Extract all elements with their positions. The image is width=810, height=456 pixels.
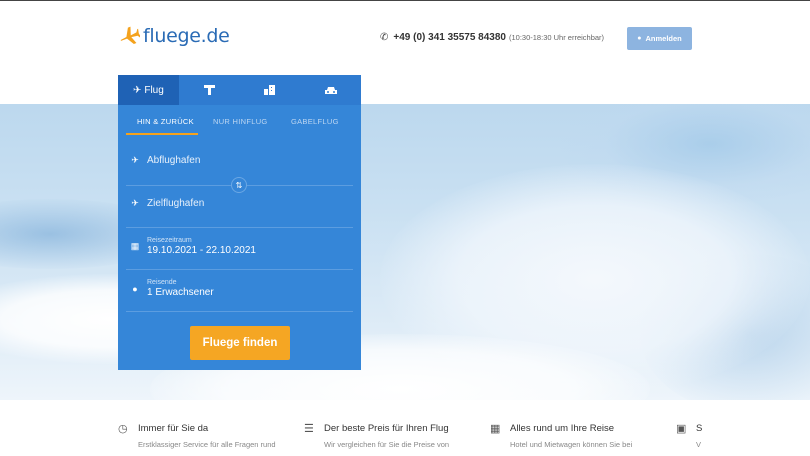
hotel-icon bbox=[203, 85, 215, 95]
city-icon: ▦ bbox=[490, 423, 501, 435]
plane-icon: ✈ bbox=[132, 84, 142, 96]
clock-icon: ◷ bbox=[118, 423, 128, 435]
destination-airport-placeholder: Zielflughafen bbox=[147, 198, 205, 209]
phone-contact: ✆ +49 (0) 341 35575 84380 (10:30-18:30 U… bbox=[380, 32, 604, 43]
trip-type-openjaw[interactable]: GABELFLUG bbox=[291, 117, 339, 126]
tab-flight-label: Flug bbox=[144, 84, 164, 96]
car-icon bbox=[324, 86, 337, 94]
calendar-icon: ▦ bbox=[130, 241, 140, 251]
phone-hours: (10:30-18:30 Uhr erreichbar) bbox=[509, 33, 605, 42]
destination-airport-field[interactable]: ✈ Zielflughafen bbox=[128, 198, 351, 209]
trip-type-oneway[interactable]: NUR HINFLUG bbox=[213, 117, 268, 126]
logo-text: fluege.de bbox=[143, 25, 230, 47]
product-tabs: ✈ Flug bbox=[118, 75, 361, 105]
sliders-icon: ☰ bbox=[304, 423, 314, 435]
travel-date-label: Reisezeitraum bbox=[147, 237, 192, 244]
feature-title: Alles rund um Ihre Reise bbox=[510, 423, 615, 434]
feature-title: S bbox=[696, 423, 703, 434]
tab-hotel[interactable] bbox=[179, 75, 240, 105]
login-button[interactable]: ● Anmelden bbox=[627, 27, 692, 50]
features-bar: ◷ Immer für Sie da Erstklassiger Service… bbox=[0, 400, 810, 456]
tab-car[interactable] bbox=[300, 75, 361, 105]
travellers-value: 1 Erwachsener bbox=[147, 287, 214, 298]
takeoff-icon: ✈ bbox=[131, 155, 139, 165]
card-icon: ▣ bbox=[676, 423, 687, 435]
travel-date-value: 19.10.2021 - 22.10.2021 bbox=[147, 245, 256, 256]
divider bbox=[126, 269, 353, 270]
phone-icon: ✆ bbox=[380, 32, 389, 43]
tab-flight[interactable]: ✈ Flug bbox=[118, 75, 179, 105]
active-trip-type-indicator bbox=[126, 133, 198, 135]
departure-airport-placeholder: Abflughafen bbox=[147, 155, 201, 166]
divider bbox=[126, 311, 353, 312]
travellers-label: Reisende bbox=[147, 279, 177, 286]
divider bbox=[126, 227, 353, 228]
feature-description: Erstklassiger Service für alle Fragen ru… bbox=[138, 440, 276, 449]
login-button-label: Anmelden bbox=[645, 34, 682, 43]
phone-number[interactable]: +49 (0) 341 35575 84380 bbox=[393, 32, 506, 43]
trip-type-tabs: HIN & ZURÜCK NUR HINFLUG GABELFLUG bbox=[118, 105, 361, 137]
landing-icon: ✈ bbox=[131, 198, 139, 208]
trip-type-roundtrip[interactable]: HIN & ZURÜCK bbox=[137, 117, 194, 126]
travellers-icon: ● bbox=[132, 283, 138, 294]
feature-description: Wir vergleichen für Sie die Preise von bbox=[324, 440, 450, 449]
swap-arrows-icon: ⇅ bbox=[235, 180, 243, 190]
travel-date-field[interactable]: ▦ Reisezeitraum 19.10.2021 - 22.10.2021 bbox=[128, 236, 351, 257]
logo-plane-icon bbox=[120, 26, 140, 44]
feature-description: Hotel und Mietwagen können Sie bei bbox=[510, 440, 633, 449]
feature-title: Der beste Preis für Ihren Flug bbox=[324, 423, 449, 434]
tab-apartment[interactable] bbox=[240, 75, 301, 105]
user-icon: ● bbox=[637, 35, 642, 42]
feature-title: Immer für Sie da bbox=[138, 423, 209, 434]
flight-search-panel: ✈ Flug HIN & ZURÜCK NUR HINFLUG GABELFLU… bbox=[118, 75, 361, 370]
feature-description: V bbox=[696, 440, 702, 449]
find-flights-button[interactable]: Fluege finden bbox=[190, 326, 290, 360]
swap-airports-button[interactable]: ⇅ bbox=[231, 177, 247, 193]
travellers-field[interactable]: ● Reisende 1 Erwachsener bbox=[128, 278, 351, 299]
logo[interactable]: fluege.de bbox=[118, 25, 230, 47]
departure-airport-field[interactable]: ✈ Abflughafen bbox=[128, 155, 351, 166]
building-icon bbox=[264, 85, 276, 95]
